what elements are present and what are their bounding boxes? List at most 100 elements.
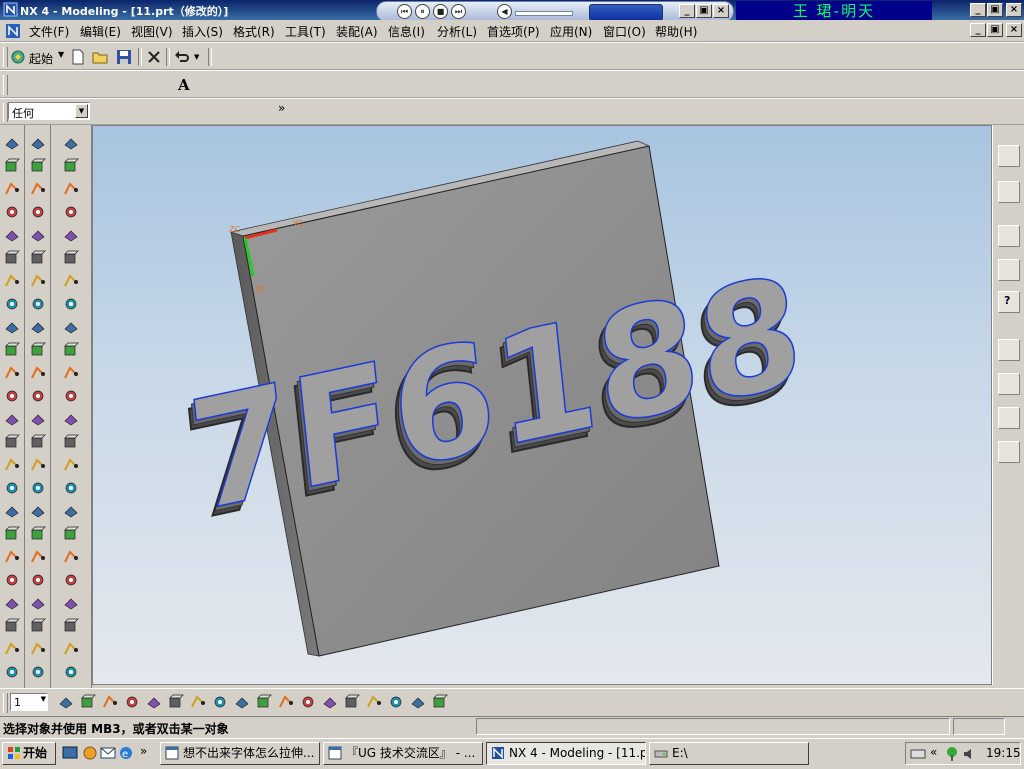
type-filter-select[interactable]: 任何 ▼ [8,102,90,120]
task-nx-modeling[interactable]: NX 4 - Modeling - [11.prt... [486,742,646,765]
help-icon[interactable]: ? [998,291,1020,313]
datum-icon[interactable] [4,480,20,496]
surface-icon[interactable] [4,503,20,519]
cone-icon[interactable] [63,342,79,358]
stop-icon[interactable]: ■ [433,4,448,19]
ie-icon[interactable]: e [118,745,134,761]
sweep-icon[interactable] [4,549,20,565]
undo-dropdown-arrow-icon[interactable]: ▼ [194,53,199,61]
next-track-icon[interactable]: ⏭ [451,4,466,19]
snap-mid-icon[interactable] [80,694,96,710]
datum-icon[interactable] [4,641,20,657]
doc-restore-button[interactable]: ▣ [987,23,1003,37]
snap-intersect-icon[interactable] [366,694,382,710]
doc-close-button[interactable]: × [1006,23,1022,37]
thickness-icon[interactable] [30,365,46,381]
draft-icon[interactable] [30,181,46,197]
minimize-button[interactable]: _ [970,3,986,17]
menu-insert[interactable]: 插入(S) [182,23,223,40]
menu-edit[interactable]: 编辑(E) [80,23,121,40]
sphere-icon[interactable] [63,526,79,542]
snap-center-icon[interactable] [102,694,118,710]
snap-end-icon[interactable] [256,694,272,710]
part-navigator-icon[interactable] [998,181,1020,203]
sew-icon[interactable] [4,434,20,450]
toolbar-grip[interactable] [3,693,8,713]
sew-icon[interactable] [4,595,20,611]
thicken-icon[interactable] [4,411,20,427]
feature-icon[interactable] [4,296,20,312]
mesh-icon[interactable] [4,204,20,220]
unite-icon[interactable] [63,549,79,565]
menu-file[interactable]: 文件(F) [29,23,69,40]
thicken-icon[interactable] [4,572,20,588]
subtract-icon[interactable] [63,411,79,427]
undo-icon[interactable] [174,49,190,65]
roles-icon[interactable] [998,441,1020,463]
open-folder-icon[interactable] [92,49,108,65]
task-explorer-e[interactable]: E:\ [649,742,809,765]
task-forum-thread[interactable]: 想不出来字体怎么拉伸... [160,742,320,765]
toolbar-grip[interactable] [3,75,8,95]
document-icon[interactable] [5,23,21,39]
block-icon[interactable] [63,296,79,312]
curvature-icon[interactable] [30,572,46,588]
start-menu-button[interactable]: 开始 [2,742,56,765]
delete-icon[interactable] [146,49,162,65]
datum-icon[interactable] [4,158,20,174]
menu-application[interactable]: 应用(N) [550,23,592,40]
palette-icon[interactable] [998,225,1020,247]
analysis-icon[interactable] [30,135,46,151]
chevron-down-icon[interactable]: ▼ [75,104,88,118]
cone-icon[interactable] [63,181,79,197]
doc-minimize-button[interactable]: _ [970,23,986,37]
unite-icon[interactable] [63,227,79,243]
volume-icon[interactable]: ◀ [497,4,512,19]
menu-assembly[interactable]: 装配(A) [336,23,378,40]
block-icon[interactable] [63,618,79,634]
snap-pole-icon[interactable] [212,694,228,710]
process-studio-icon[interactable] [998,407,1020,429]
sew-icon[interactable] [4,273,20,289]
surface-icon[interactable] [4,181,20,197]
gap-icon[interactable] [30,388,46,404]
sphere-icon[interactable] [63,365,79,381]
feature-icon[interactable] [4,618,20,634]
deviation-icon[interactable] [30,480,46,496]
system-materials-icon[interactable] [998,373,1020,395]
menu-analysis[interactable]: 分析(L) [437,23,477,40]
feature-icon[interactable] [4,135,20,151]
intersect-body-icon[interactable] [63,434,79,450]
block-icon[interactable] [63,135,79,151]
block-icon[interactable] [63,457,79,473]
draft-icon[interactable] [30,595,46,611]
deviation-icon[interactable] [30,342,46,358]
snap-center-icon[interactable] [300,694,316,710]
cone-icon[interactable] [63,664,79,680]
sphere-icon[interactable] [63,204,79,220]
analysis-icon[interactable] [30,411,46,427]
deviation-icon[interactable] [30,204,46,220]
start-button[interactable]: 起始 [29,50,53,67]
snap-pole-icon[interactable] [410,694,426,710]
assembly-navigator-icon[interactable] [998,145,1020,167]
intersect-body-icon[interactable] [63,273,79,289]
restore-button[interactable]: ▣ [987,3,1003,17]
unite-icon[interactable] [63,388,79,404]
cylinder-icon[interactable] [63,480,79,496]
snap-quad-icon[interactable] [322,694,338,710]
outlook-icon[interactable] [100,745,116,761]
cone-icon[interactable] [63,503,79,519]
analysis-icon[interactable] [30,273,46,289]
tray-expand[interactable]: « [930,745,937,759]
save-icon[interactable] [116,49,132,65]
snap-face-icon[interactable] [432,694,448,710]
surface-icon[interactable] [4,664,20,680]
cylinder-icon[interactable] [63,641,79,657]
subtract-icon[interactable] [63,572,79,588]
draft-icon[interactable] [30,319,46,335]
menu-preferences[interactable]: 首选项(P) [487,23,540,40]
cylinder-icon[interactable] [63,158,79,174]
subtract-icon[interactable] [63,250,79,266]
menu-view[interactable]: 视图(V) [131,23,173,40]
